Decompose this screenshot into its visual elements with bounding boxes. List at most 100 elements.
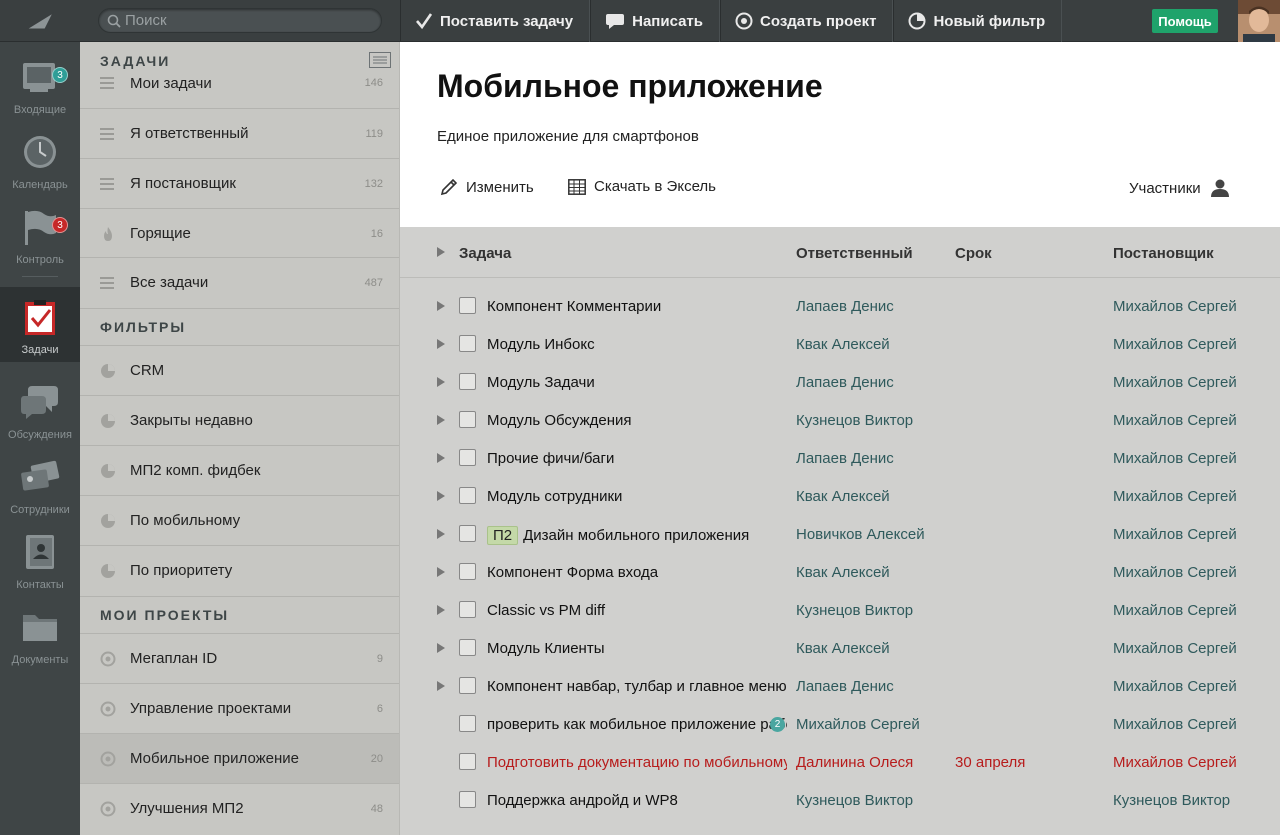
nav-control[interactable]: 3 Контроль [0,197,80,272]
task-checkbox[interactable] [459,677,476,694]
task-responsible[interactable]: Лапаев Денис [796,298,894,315]
task-name[interactable]: Поддержка андройд и WP8 [487,792,787,809]
task-name[interactable]: Подготовить документацию по мобильному [487,754,787,771]
task-name[interactable]: Модуль сотрудники [487,488,787,505]
task-responsible[interactable]: Квак Алексей [796,564,890,581]
search-input[interactable] [125,11,375,30]
task-checkbox[interactable] [459,411,476,428]
table-row[interactable]: Прочие фичи/баги Лапаев Денис Михайлов Сер… [400,439,1280,477]
task-name[interactable]: Компонент Комментарии [487,298,787,315]
expand-row-icon[interactable] [437,529,445,539]
task-checkbox[interactable] [459,373,476,390]
sidebar-item-filter-priority[interactable]: По приоритету [80,545,399,595]
task-name[interactable]: Компонент навбар, тулбар и главное меню [487,678,787,695]
edit-project-button[interactable]: Изменить [440,178,534,196]
table-row[interactable]: Поддержка андройд и WP8 Кузнецов Виктор Ку… [400,781,1280,819]
task-author[interactable]: Михайлов Сергей [1113,564,1237,581]
sidebar-item-filter-feedback[interactable]: МП2 комп. фидбек [80,445,399,495]
expand-row-icon[interactable] [437,567,445,577]
task-responsible[interactable]: Квак Алексей [796,640,890,657]
nav-tasks[interactable]: Задачи [0,287,80,362]
task-name[interactable]: Прочие фичи/баги [487,450,787,467]
user-avatar[interactable] [1238,0,1280,42]
table-row[interactable]: Модуль Обсуждения Кузнецов Виктор Михайлов… [400,401,1280,439]
table-row[interactable]: Компонент Комментарии Лапаев Денис Михайло… [400,287,1280,325]
help-button[interactable]: Помощь [1152,9,1218,33]
nav-calendar[interactable]: Календарь [0,122,80,197]
task-checkbox[interactable] [459,753,476,770]
task-responsible[interactable]: Лапаев Денис [796,678,894,695]
create-project-button[interactable]: Создать проект [720,0,894,42]
sidebar-item-my-tasks[interactable]: Мои задачи 146 [80,58,399,108]
nav-discussions[interactable]: Обсуждения [0,372,80,447]
table-row[interactable]: Classic vs PM diff Кузнецов Виктор Михайло… [400,591,1280,629]
task-responsible[interactable]: Лапаев Денис [796,374,894,391]
table-row[interactable]: Подготовить документацию по мобильному Да… [400,743,1280,781]
task-checkbox[interactable] [459,563,476,580]
comments-badge[interactable]: 2 [770,717,785,732]
table-row[interactable]: Компонент навбар, тулбар и главное меню Л… [400,667,1280,705]
new-filter-button[interactable]: Новый фильтр [893,0,1063,42]
task-author[interactable]: Михайлов Сергей [1113,526,1237,543]
megaplan-logo-icon[interactable] [0,0,80,42]
task-responsible[interactable]: Квак Алексей [796,336,890,353]
task-checkbox[interactable] [459,715,476,732]
expand-row-icon[interactable] [437,339,445,349]
task-checkbox[interactable] [459,639,476,656]
nav-contacts[interactable]: Контакты [0,522,80,597]
table-row[interactable]: Модуль Клиенты Квак Алексей Михайлов Серге… [400,629,1280,667]
sidebar-item-filter-recent[interactable]: Закрыты недавно [80,395,399,445]
task-name[interactable]: Модуль Обсуждения [487,412,787,429]
task-author[interactable]: Михайлов Сергей [1113,678,1237,695]
task-author[interactable]: Михайлов Сергей [1113,450,1237,467]
task-name[interactable]: проверить как мобильное приложение работ… [487,716,787,733]
export-excel-button[interactable]: Скачать в Эксель [568,178,716,195]
sidebar-item-project-mp2[interactable]: Улучшения МП2 48 [80,783,399,833]
expand-row-icon[interactable] [437,643,445,653]
table-row[interactable]: Модуль Задачи Лапаев Денис Михайлов Сергей [400,363,1280,401]
task-name[interactable]: Classic vs PM diff [487,602,787,619]
column-author[interactable]: Постановщик [1113,245,1214,262]
task-responsible[interactable]: Новичков Алексей [796,526,925,543]
sidebar-item-filter-crm[interactable]: CRM [80,345,399,395]
sidebar-item-filter-mobile[interactable]: По мобильному [80,495,399,545]
sidebar-item-responsible[interactable]: Я ответственный 119 [80,108,399,158]
task-checkbox[interactable] [459,601,476,618]
sidebar-item-project-management[interactable]: Управление проектами 6 [80,683,399,733]
task-author[interactable]: Михайлов Сергей [1113,640,1237,657]
task-author[interactable]: Кузнецов Виктор [1113,792,1230,809]
task-checkbox[interactable] [459,297,476,314]
table-row[interactable]: проверить как мобильное приложение работ… [400,705,1280,743]
sidebar-item-author[interactable]: Я постановщик 132 [80,158,399,208]
expand-row-icon[interactable] [437,415,445,425]
task-author[interactable]: Михайлов Сергей [1113,716,1237,733]
sidebar-item-all-tasks[interactable]: Все задачи 487 [80,257,399,307]
nav-inbox[interactable]: 3 Входящие [0,47,80,122]
task-checkbox[interactable] [459,335,476,352]
task-author[interactable]: Михайлов Сергей [1113,754,1237,771]
column-responsible[interactable]: Ответственный [796,245,913,262]
table-row[interactable]: П2 Дизайн мобильного приложения Новичков А… [400,515,1280,553]
expand-row-icon[interactable] [437,491,445,501]
write-message-button[interactable]: Написать [590,0,721,42]
sidebar-item-project-mobile-app[interactable]: Мобильное приложение 20 [80,733,399,783]
task-responsible[interactable]: Кузнецов Виктор [796,602,913,619]
task-name[interactable]: Модуль Клиенты [487,640,787,657]
nav-documents[interactable]: Документы [0,597,80,672]
table-row[interactable]: Модуль Инбокс Квак Алексей Михайлов Сергей [400,325,1280,363]
task-checkbox[interactable] [459,525,476,542]
table-row[interactable]: Модуль сотрудники Квак Алексей Михайлов Се… [400,477,1280,515]
column-due[interactable]: Срок [955,245,992,262]
column-task[interactable]: Задача [459,245,511,262]
task-checkbox[interactable] [459,449,476,466]
task-name[interactable]: П2 Дизайн мобильного приложения [487,526,787,545]
task-name[interactable]: Модуль Задачи [487,374,787,391]
search-box[interactable] [98,8,382,33]
task-author[interactable]: Михайлов Сергей [1113,336,1237,353]
task-name[interactable]: Компонент Форма входа [487,564,787,581]
table-row[interactable]: Компонент Форма входа Квак Алексей Михайло… [400,553,1280,591]
nav-employees[interactable]: Сотрудники [0,447,80,522]
task-author[interactable]: Михайлов Сергей [1113,602,1237,619]
task-responsible[interactable]: Кузнецов Виктор [796,792,913,809]
members-button[interactable]: Участники [1129,178,1238,198]
